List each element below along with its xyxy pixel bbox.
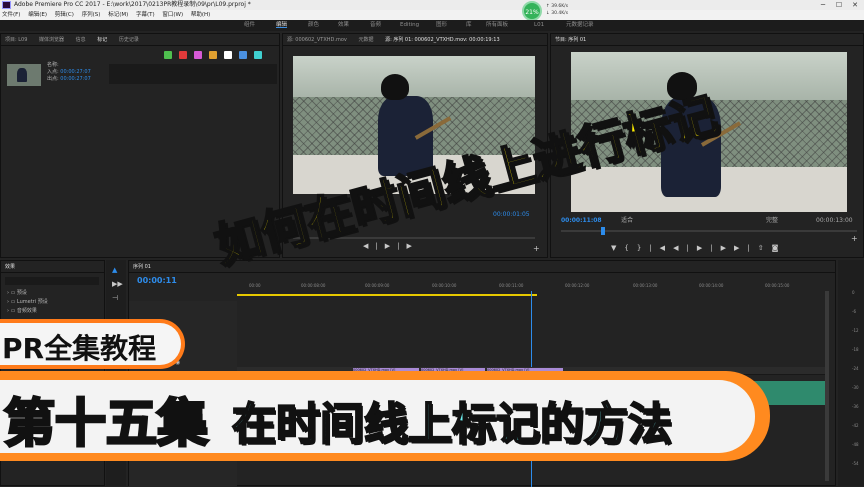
project-panel-tabs: 项目: L09 媒体浏览器 信息 标记 历史记录 <box>1 34 279 46</box>
ruler-tick: 00:00:14:00 <box>699 283 724 288</box>
go-in-icon[interactable]: |◀ <box>649 244 673 252</box>
meter-tick-label: -48 <box>852 442 859 447</box>
menu-sequence[interactable]: 序列(S) <box>82 12 101 18</box>
play-icon[interactable]: ▶ <box>385 242 397 250</box>
marker-color-swatch[interactable] <box>164 51 172 59</box>
premiere-logo-icon <box>2 1 11 9</box>
program-transport-controls: ▼{}|◀◀|▶|▶▶|⇧◙ <box>611 244 786 252</box>
play-icon[interactable]: ▶ <box>697 244 710 252</box>
ripple-edit-icon[interactable]: ⊣ <box>112 294 118 302</box>
episode-banner-inner: 第十五集 在时间线上标记的方法 <box>0 380 755 456</box>
tab-media-browser[interactable]: 媒体浏览器 <box>39 37 64 43</box>
timeline-timecode[interactable]: 00:00:11 <box>137 276 177 285</box>
timeline-scrollbar[interactable] <box>825 291 829 481</box>
ruler-tick: 00:00:10:00 <box>432 283 457 288</box>
menu-marker[interactable]: 标记(M) <box>108 12 128 18</box>
ruler-tick: 00:00:11:00 <box>499 283 524 288</box>
marker-color-swatch[interactable] <box>179 51 187 59</box>
tab-effects[interactable]: 效果 <box>5 264 15 270</box>
meter-tick-label: 0 <box>852 290 855 295</box>
program-duration: 00:00:13:00 <box>816 217 853 224</box>
workspace-editing[interactable]: 编辑 <box>276 20 287 31</box>
effects-folder-presets[interactable]: › ▭ 预设 <box>7 289 48 298</box>
meter-tick-label: -6 <box>852 309 856 314</box>
lift-icon[interactable]: ⇧ <box>758 244 772 252</box>
meter-tick-label: -36 <box>852 404 859 409</box>
selection-tool-icon[interactable]: ▲ <box>112 266 117 274</box>
marker-add-icon[interactable]: ▼ <box>611 244 624 252</box>
ruler-tick: 00:00:13:00 <box>633 283 658 288</box>
tab-markers[interactable]: 标记 <box>97 37 107 43</box>
series-badge: PR全集教程 <box>0 319 185 369</box>
menu-edit[interactable]: 编辑(E) <box>28 12 47 18</box>
tab-sequence[interactable]: 序列 01 <box>133 264 151 270</box>
maximize-button[interactable]: ☐ <box>832 0 846 10</box>
clip-name-label: 名称: <box>47 62 59 68</box>
tab-info[interactable]: 信息 <box>76 37 86 43</box>
marker-thumbnail[interactable] <box>7 64 41 86</box>
menu-clip[interactable]: 剪辑(C) <box>55 12 74 18</box>
minimize-button[interactable]: ─ <box>816 0 830 10</box>
marker-info: 名称: 入点: 00:00:27:07 出点: 00:00:27:07 <box>47 62 91 83</box>
menu-window[interactable]: 窗口(W) <box>162 12 183 18</box>
out-label: 出点: <box>47 76 59 82</box>
program-add-button-icon[interactable]: + <box>851 234 858 243</box>
ruler-tick: 00:00:09:00 <box>365 283 390 288</box>
meter-tick-label: -30 <box>852 385 859 390</box>
close-button[interactable]: ✕ <box>848 0 862 10</box>
step-forward-icon[interactable]: |▶ <box>397 242 419 250</box>
source-transport-controls: ◀|▶|▶ <box>363 242 419 250</box>
meter-tick-label: -42 <box>852 423 859 428</box>
step-back-icon[interactable]: ◀| <box>673 244 697 252</box>
out-timecode[interactable]: 00:00:27:07 <box>60 76 91 82</box>
program-timecode[interactable]: 00:00:11:08 <box>561 217 602 224</box>
ruler-tick: 00:00:08:00 <box>301 283 326 288</box>
effects-tree: › ▭ 预设 › ▭ Lumetri 预设 › ▭ 音频效果 <box>7 289 48 316</box>
tab-history[interactable]: 历史记录 <box>119 37 139 43</box>
effects-panel-tabs: 效果 <box>1 261 104 273</box>
episode-number: 第十五集 <box>2 394 209 456</box>
ruler-tick: 00:00:12:00 <box>565 283 590 288</box>
quality-select[interactable]: 完整 <box>766 215 778 227</box>
tab-project[interactable]: 项目: L09 <box>5 37 27 43</box>
mark-in-icon[interactable]: { <box>624 244 636 252</box>
effects-folder-lumetri[interactable]: › ▭ Lumetri 预设 <box>7 298 48 307</box>
source-timecode[interactable]: 00:00:01:05 <box>493 209 530 221</box>
meter-tick-label: -54 <box>852 461 859 466</box>
in-timecode[interactable]: 00:00:27:07 <box>60 69 91 75</box>
effects-search-input[interactable] <box>5 277 99 285</box>
menu-file[interactable]: 文件(F) <box>2 12 20 18</box>
program-status-bar: 00:00:11:08 适合 完整 00:00:13:00 <box>561 215 857 227</box>
step-back-icon[interactable]: ◀| <box>363 242 385 250</box>
mark-out-icon[interactable]: } <box>637 244 649 252</box>
effects-folder-audio[interactable]: › ▭ 音频效果 <box>7 307 48 316</box>
ruler-tick: 00:00:15:00 <box>765 283 790 288</box>
in-label: 入点: <box>47 69 59 75</box>
episode-title: 在时间线上标记的方法 <box>231 398 673 451</box>
workspace-assembly[interactable]: 组件 <box>244 20 255 31</box>
series-title: PR全集教程 <box>2 332 157 365</box>
audio-meters: 0 -6 -12 -18 -24 -30 -36 -42 -48 -54 <box>838 260 864 486</box>
meter-tick-label: -12 <box>852 328 859 333</box>
go-out-icon[interactable]: ▶| <box>734 244 758 252</box>
window-title: Adobe Premiere Pro CC 2017 - E:\work\201… <box>14 1 251 8</box>
menu-title[interactable]: 字幕(T) <box>136 12 155 18</box>
add-button-icon[interactable]: + <box>533 244 540 253</box>
ruler-tick: 00:00 <box>249 283 261 288</box>
work-area-bar[interactable] <box>237 294 537 296</box>
zoom-select[interactable]: 适合 <box>621 215 633 227</box>
meter-tick-label: -24 <box>852 366 859 371</box>
export-frame-icon[interactable]: ◙ <box>772 244 787 252</box>
menu-help[interactable]: 帮助(H) <box>191 12 210 18</box>
program-scrubber[interactable] <box>561 227 857 235</box>
track-select-icon[interactable]: ▶▶ <box>112 280 123 288</box>
meter-tick-label: -18 <box>852 347 859 352</box>
step-forward-icon[interactable]: |▶ <box>710 244 734 252</box>
